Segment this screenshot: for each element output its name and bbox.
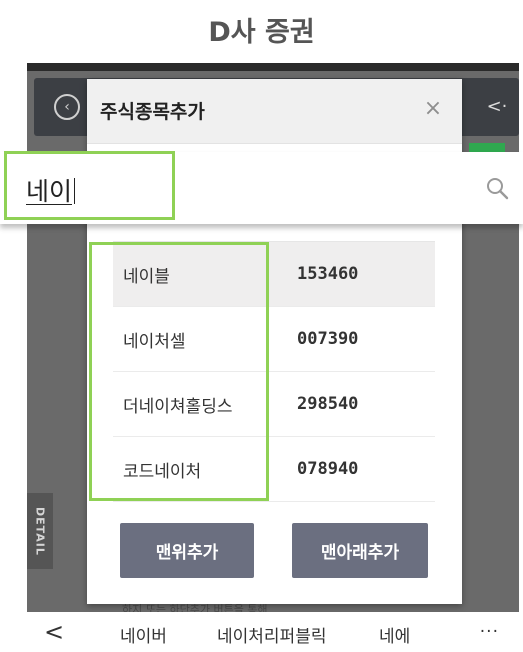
suggestion-back-icon[interactable]: <	[44, 618, 64, 646]
more-icon[interactable]: ···	[480, 622, 499, 642]
stock-code: 298540	[297, 394, 359, 414]
suggestion-item[interactable]: 네이버	[120, 622, 167, 647]
share-icon[interactable]: <·	[483, 93, 511, 119]
names-highlight-box	[89, 242, 269, 501]
modal-title: 주식종목추가	[100, 101, 205, 123]
modal-header: 주식종목추가 ×	[87, 79, 462, 144]
suggestion-bar: < 네이버 네이처리퍼블릭 네에 ···	[0, 612, 523, 652]
suggestion-item[interactable]: 네이처리퍼블릭	[217, 622, 326, 647]
status-bar	[27, 63, 519, 71]
page-title: D사 증권	[208, 16, 315, 48]
back-circle-icon[interactable]: ‹	[54, 94, 80, 120]
add-to-bottom-button[interactable]: 맨아래추가	[292, 523, 428, 578]
close-icon[interactable]: ×	[418, 93, 448, 123]
add-to-top-button[interactable]: 맨위추가	[120, 523, 254, 578]
stock-code: 153460	[297, 264, 359, 284]
suggestion-item[interactable]: 네에	[379, 622, 410, 647]
stock-code: 007390	[297, 329, 359, 349]
stock-code: 078940	[297, 459, 359, 479]
detail-tab[interactable]: DETAIL	[27, 493, 53, 569]
search-icon[interactable]	[485, 176, 509, 200]
search-highlight-box	[4, 151, 175, 220]
